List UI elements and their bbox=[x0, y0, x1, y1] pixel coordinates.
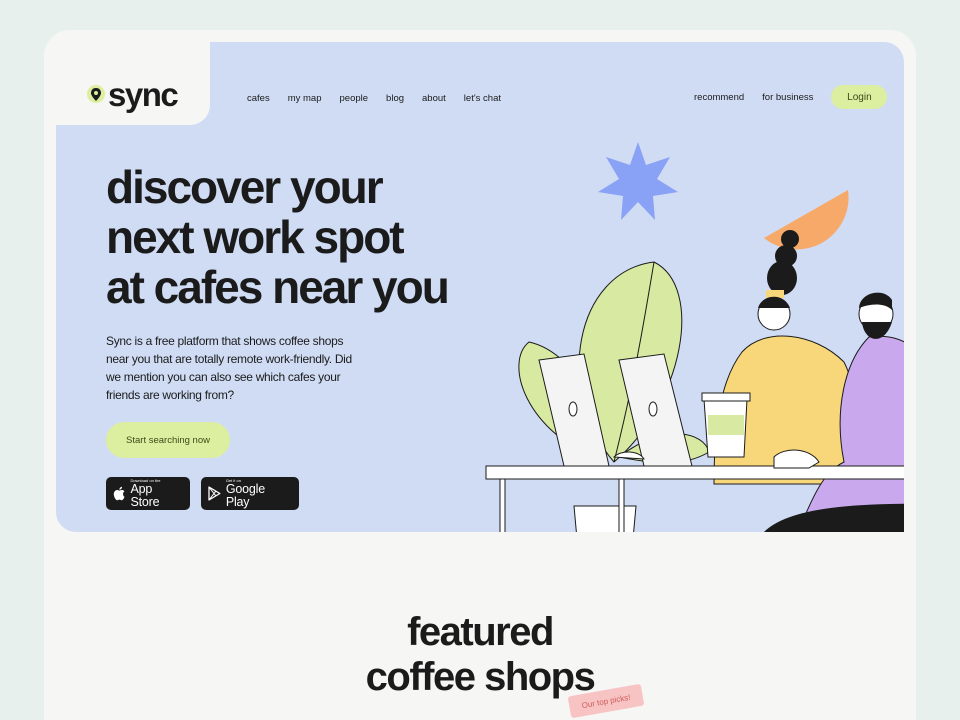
secondary-nav: recommend for business Login bbox=[694, 85, 888, 109]
featured-title-line: featured bbox=[407, 610, 554, 654]
store-main-label: App Store bbox=[130, 482, 160, 509]
app-store-button[interactable]: Download on the App Store bbox=[106, 477, 190, 510]
semicircle-shape bbox=[764, 190, 849, 250]
nav-link-lets-chat[interactable]: let's chat bbox=[464, 93, 501, 104]
star-shape bbox=[598, 142, 678, 220]
nav-link-for-business[interactable]: for business bbox=[762, 92, 813, 103]
hero-illustration bbox=[485, 142, 904, 532]
headline-line: at cafes near you bbox=[106, 261, 450, 313]
location-pin-icon bbox=[87, 84, 105, 103]
brand-name: sync bbox=[108, 76, 179, 113]
nav-link-cafes[interactable]: cafes bbox=[247, 93, 270, 104]
hero-section: sync cafes my map people blog about let'… bbox=[56, 42, 904, 532]
nav-link-my-map[interactable]: my map bbox=[288, 93, 322, 104]
featured-title-line: coffee shops bbox=[365, 655, 596, 699]
headline-line: discover your bbox=[106, 161, 384, 213]
hero-description: Sync is a free platform that shows coffe… bbox=[106, 334, 352, 402]
apple-icon bbox=[113, 486, 125, 501]
nav-link-people[interactable]: people bbox=[340, 93, 369, 104]
hero-headline: discover your next work spot at cafes ne… bbox=[106, 162, 506, 312]
nav-link-about[interactable]: about bbox=[422, 93, 446, 104]
main-nav: cafes my map people blog about let's cha… bbox=[247, 93, 519, 104]
google-play-icon bbox=[208, 486, 221, 501]
featured-section-title: featured coffee shops bbox=[44, 610, 916, 700]
nav-link-recommend[interactable]: recommend bbox=[694, 92, 744, 103]
page-card: sync cafes my map people blog about let'… bbox=[44, 30, 916, 720]
nav-link-blog[interactable]: blog bbox=[386, 93, 404, 104]
headline-line: next work spot bbox=[106, 211, 405, 263]
logo[interactable]: sync bbox=[86, 76, 179, 113]
login-button[interactable]: Login bbox=[831, 85, 888, 109]
store-main-label: Google Play bbox=[225, 482, 265, 509]
start-searching-button[interactable]: Start searching now bbox=[106, 422, 230, 458]
google-play-button[interactable]: Get it on Google Play bbox=[201, 477, 299, 510]
